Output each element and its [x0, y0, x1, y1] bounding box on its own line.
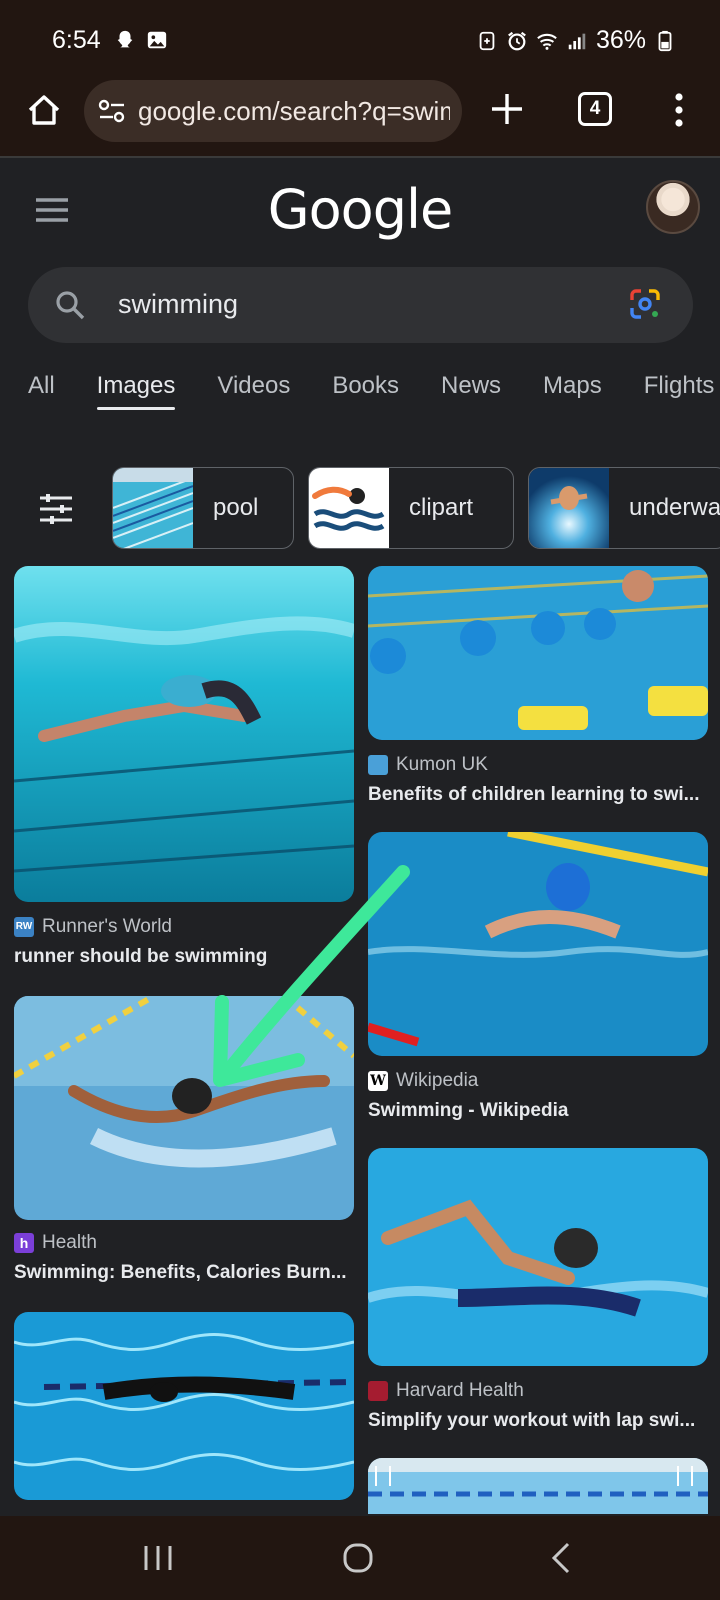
site-settings-icon[interactable]: [98, 98, 126, 124]
result-source: Harvard Health: [368, 1380, 524, 1402]
result-title[interactable]: Swimming: Benefits, Calories Burn...: [14, 1262, 354, 1284]
tab-books[interactable]: Books: [332, 372, 399, 410]
result-image-runners-world[interactable]: [14, 566, 354, 902]
kumon-favicon: [368, 755, 388, 775]
runners-world-favicon: RW: [14, 917, 34, 937]
result-image-harvard[interactable]: [368, 1148, 708, 1366]
result-image-underwater-swimmer[interactable]: [14, 1312, 354, 1500]
wifi-icon: [537, 33, 557, 50]
tab-maps[interactable]: Maps: [543, 372, 602, 410]
chip-thumbnail: [113, 468, 193, 548]
result-source: W Wikipedia: [368, 1070, 478, 1092]
result-source: RW Runner's World: [14, 916, 172, 938]
tab-images[interactable]: Images: [96, 372, 175, 410]
browser-toolbar: google.com/search?q=swimming 4: [0, 80, 720, 158]
home-button[interactable]: [24, 90, 64, 130]
alarm-icon: [508, 31, 526, 50]
chip-clipart[interactable]: clipart: [308, 467, 514, 549]
status-time: 6:54: [52, 26, 101, 54]
tab-videos[interactable]: Videos: [217, 372, 290, 410]
wikipedia-favicon: W: [368, 1071, 388, 1091]
result-source-name: Runner's World: [42, 916, 172, 937]
result-source-name: Kumon UK: [396, 754, 488, 775]
result-title[interactable]: runner should be swimming: [14, 946, 354, 968]
health-favicon: h: [14, 1233, 34, 1253]
result-image-health[interactable]: [14, 996, 354, 1220]
chip-underwater[interactable]: underwater: [528, 467, 720, 549]
more-options-icon[interactable]: [664, 90, 694, 130]
google-logo[interactable]: Google: [0, 178, 720, 241]
tab-flights[interactable]: Flights: [644, 372, 715, 410]
tab-news[interactable]: News: [441, 372, 501, 410]
result-title[interactable]: Benefits of children learning to swi...: [368, 784, 708, 806]
result-image-kumon[interactable]: [368, 566, 708, 740]
battery-percent: 36%: [595, 26, 646, 54]
gallery-icon: [147, 31, 167, 49]
chip-label: pool: [213, 494, 259, 521]
harvard-favicon: [368, 1381, 388, 1401]
account-avatar[interactable]: [646, 180, 700, 234]
result-source: h Health: [14, 1232, 97, 1254]
home-nav-icon[interactable]: [338, 1540, 378, 1576]
result-source-name: Harvard Health: [396, 1380, 524, 1401]
chip-pool[interactable]: pool: [112, 467, 294, 549]
tab-all[interactable]: All: [28, 372, 55, 410]
search-tabs: All Images Videos Books News Maps Flight…: [28, 372, 720, 410]
filter-settings-icon[interactable]: [38, 492, 74, 526]
search-icon: [56, 291, 85, 320]
new-tab-button[interactable]: [488, 90, 526, 128]
recent-apps-icon[interactable]: [138, 1540, 178, 1576]
chip-thumbnail: [529, 468, 609, 548]
back-icon[interactable]: [542, 1540, 582, 1576]
result-source-name: Health: [42, 1232, 97, 1253]
system-nav-bar: [0, 1516, 720, 1600]
url-text[interactable]: google.com/search?q=swimming: [138, 96, 450, 127]
snapchat-icon: [117, 30, 133, 48]
chip-label: clipart: [409, 494, 474, 521]
battery-icon: [658, 30, 672, 51]
search-input[interactable]: swimming: [118, 289, 238, 320]
chip-label: underwater: [629, 494, 720, 521]
tab-switcher-button[interactable]: 4: [578, 92, 612, 126]
status-bar: 6:54 36%: [0, 0, 720, 80]
chip-thumbnail: [309, 468, 389, 548]
result-title[interactable]: Simplify your workout with lap swi...: [368, 1410, 708, 1432]
result-image-wikipedia[interactable]: [368, 832, 708, 1056]
url-bar[interactable]: google.com/search?q=swimming: [84, 80, 462, 142]
google-lens-icon[interactable]: [628, 287, 662, 321]
search-box[interactable]: swimming: [28, 267, 693, 343]
result-image-pool-lanes[interactable]: [368, 1458, 708, 1514]
result-source: Kumon UK: [368, 754, 488, 776]
signal-icon: [568, 33, 586, 49]
battery-saver-icon: [479, 31, 495, 50]
result-title[interactable]: Swimming - Wikipedia: [368, 1100, 708, 1122]
result-source-name: Wikipedia: [396, 1070, 479, 1091]
